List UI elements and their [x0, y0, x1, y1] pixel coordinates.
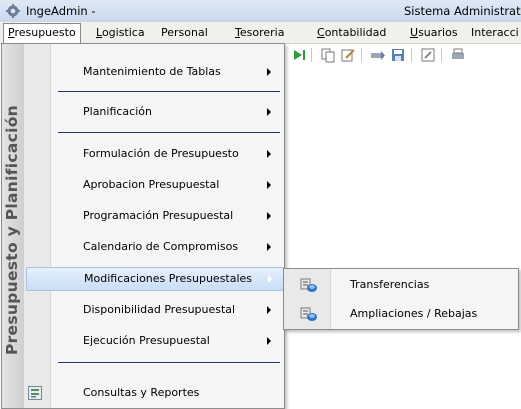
submenu-arrow-icon — [267, 212, 271, 220]
submenu-item-transferencias[interactable]: Transferencias — [350, 278, 429, 291]
report-icon — [28, 386, 42, 400]
menu-item-disponibilidad-presupuestal[interactable]: Disponibilidad Presupuestal — [51, 297, 283, 323]
menu-separator — [58, 91, 280, 92]
toolbar-separator — [361, 48, 362, 62]
modificaciones-submenu: Transferencias Ampliaciones / Rebajas — [283, 268, 519, 330]
menu-item-ejecucion-presupuestal[interactable]: Ejecución Presupuestal — [51, 328, 283, 354]
menu-separator — [58, 362, 280, 363]
menu-item-planificacion[interactable]: Planificación — [51, 99, 283, 125]
toolbar-separator — [411, 48, 412, 62]
menu-item-formulacion-presupuesto[interactable]: Formulación de Presupuesto — [51, 141, 283, 167]
menu-item-label: Aprobacion Presupuestal — [83, 178, 220, 191]
submenu-arrow-icon — [267, 181, 271, 189]
app-icon — [6, 4, 20, 18]
submenu-item-ampliaciones-rebajas[interactable]: Ampliaciones / Rebajas — [350, 307, 477, 320]
menu-usuarios[interactable]: Usuarios — [410, 25, 458, 40]
menu-item-modificaciones-presupuestales[interactable]: Modificaciones Presupuestales — [26, 267, 284, 291]
menu-personal[interactable]: Personal — [161, 25, 208, 40]
window-title: IngeAdmin - — [26, 4, 96, 18]
menu-side-label: Presupuesto y Planificación — [3, 104, 21, 356]
submenu-arrow-icon — [267, 337, 271, 345]
menu-item-label: Calendario de Compromisos — [83, 240, 239, 253]
delete-row-icon[interactable] — [370, 47, 386, 63]
menu-item-calendario-compromisos[interactable]: Calendario de Compromisos — [51, 234, 283, 260]
clear-icon[interactable] — [420, 47, 436, 63]
submenu-arrow-icon — [267, 108, 271, 116]
menu-icon-column — [24, 44, 51, 408]
transfer-icon — [300, 307, 317, 321]
menu-item-label: Formulación de Presupuesto — [83, 147, 239, 160]
menu-interaccion[interactable]: Interacci — [471, 25, 519, 40]
menu-presupuesto[interactable]: Presupuesto — [3, 23, 81, 43]
submenu-arrow-icon — [267, 150, 271, 158]
transfer-icon — [300, 278, 317, 292]
print-icon[interactable] — [450, 47, 466, 63]
menu-tesoreria[interactable]: Tesoreria — [235, 25, 284, 40]
menu-item-label: Consultas y Reportes — [83, 386, 200, 399]
menu-item-label: Mantenimiento de Tablas — [83, 65, 221, 78]
presupuesto-dropdown-menu: Presupuesto y Planificación Mantenimient… — [1, 43, 285, 409]
menu-item-programacion-presupuestal[interactable]: Programación Presupuestal — [51, 203, 283, 229]
menu-item-label: Programación Presupuestal — [83, 209, 234, 222]
submenu-arrow-icon — [268, 275, 272, 283]
last-record-icon[interactable] — [291, 47, 307, 63]
menu-contabilidad[interactable]: Contabilidad — [317, 25, 386, 40]
menu-bar: Presupuesto Logistica Personal Tesoreria… — [0, 22, 521, 44]
menu-separator — [58, 132, 280, 133]
menu-logistica[interactable]: Logistica — [96, 25, 145, 40]
menu-item-label: Modificaciones Presupuestales — [84, 272, 253, 285]
submenu-arrow-icon — [267, 68, 271, 76]
menu-item-label: Planificación — [83, 105, 152, 118]
menu-item-label: Disponibilidad Presupuestal — [83, 303, 236, 316]
copy-icon[interactable] — [320, 47, 336, 63]
submenu-arrow-icon — [267, 243, 271, 251]
toolbar-separator — [311, 48, 312, 62]
submenu-arrow-icon — [267, 306, 271, 314]
menu-item-mantenimiento-tablas[interactable]: Mantenimiento de Tablas — [51, 59, 283, 85]
title-bar: IngeAdmin - Sistema Administrat — [0, 0, 521, 23]
menu-item-aprobacion-presupuestal[interactable]: Aprobacion Presupuestal — [51, 172, 283, 198]
window-title-system: Sistema Administrat — [404, 4, 521, 18]
edit-icon[interactable] — [340, 47, 356, 63]
menu-item-consultas-reportes[interactable]: Consultas y Reportes — [51, 380, 283, 406]
menu-side-band: Presupuesto y Planificación — [2, 44, 24, 408]
toolbar-separator — [441, 48, 442, 62]
menu-item-label: Ejecución Presupuestal — [83, 334, 210, 347]
save-icon[interactable] — [390, 47, 406, 63]
